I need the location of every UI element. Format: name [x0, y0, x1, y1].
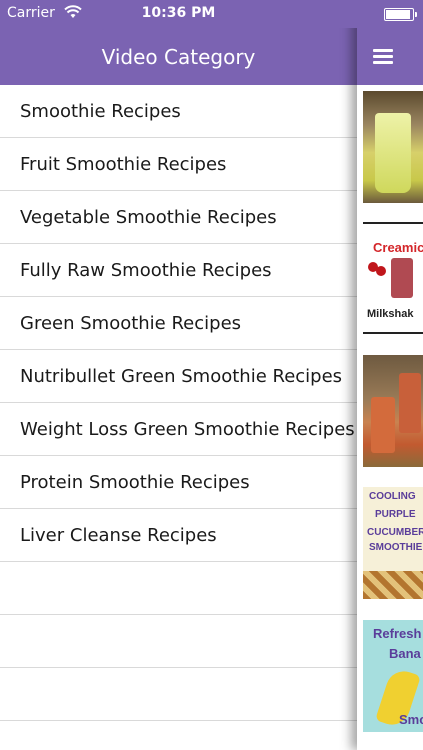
thumbnail-text-line: SMOOTHIE — [369, 542, 423, 553]
battery-icon — [384, 8, 417, 21]
category-item-weight-loss-green-smoothie-recipes[interactable]: Weight Loss Green Smoothie Recipes — [0, 403, 357, 456]
orange-smoothie-jars-thumbnail[interactable] — [363, 355, 423, 467]
drawer-header: Video Category — [0, 28, 357, 85]
refreshing-banana-smoothie-thumbnail[interactable]: Refresh Bana Smo — [363, 620, 423, 732]
jar-image — [399, 373, 421, 433]
thumbnail-title: Creamic — [373, 240, 423, 255]
drawer-title: Video Category — [101, 44, 256, 69]
category-list: Smoothie Recipes Fruit Smoothie Recipes … — [0, 85, 357, 721]
thumbnail-text-line: Refresh — [373, 626, 422, 641]
smoothie-glass-image — [375, 113, 411, 193]
category-item-green-smoothie-recipes[interactable]: Green Smoothie Recipes — [0, 297, 357, 350]
category-item-vegetable-smoothie-recipes[interactable]: Vegetable Smoothie Recipes — [0, 191, 357, 244]
thumbnail-text-line: CUCUMBER — [367, 527, 423, 538]
tile-floor-image — [363, 571, 423, 599]
hamburger-icon[interactable] — [373, 49, 393, 65]
cooling-purple-cucumber-smoothie-thumbnail[interactable]: COOLING PURPLE CUCUMBER SMOOTHIE — [363, 487, 423, 599]
main-content-panel: Creamic Milkshak COOLING PURPLE CUCUMBER… — [357, 0, 423, 750]
side-drawer: Video Category Smoothie Recipes Fruit Sm… — [0, 0, 357, 750]
status-bar: Carrier 10:36 PM — [0, 0, 423, 28]
category-item-protein-smoothie-recipes[interactable]: Protein Smoothie Recipes — [0, 456, 357, 509]
category-item-nutribullet-green-smoothie-recipes[interactable]: Nutribullet Green Smoothie Recipes — [0, 350, 357, 403]
milkshake-cup-image — [391, 258, 413, 298]
green-smoothie-thumbnail[interactable] — [363, 91, 423, 203]
content-header — [357, 28, 423, 85]
category-item-fully-raw-smoothie-recipes[interactable]: Fully Raw Smoothie Recipes — [0, 244, 357, 297]
jar-image — [371, 397, 395, 453]
category-item-fruit-smoothie-recipes[interactable]: Fruit Smoothie Recipes — [0, 138, 357, 191]
cherry-icon — [376, 266, 386, 276]
thumbnail-text-line: Smo — [399, 712, 423, 727]
empty-list-row — [0, 615, 357, 668]
category-item-liver-cleanse-recipes[interactable]: Liver Cleanse Recipes — [0, 509, 357, 562]
thumbnail-text-line: Bana — [389, 646, 421, 661]
category-item-smoothie-recipes[interactable]: Smoothie Recipes — [0, 85, 357, 138]
empty-list-row — [0, 562, 357, 615]
empty-list-row — [0, 668, 357, 721]
thumbnail-text-line: PURPLE — [375, 509, 416, 520]
creamicle-milkshake-thumbnail[interactable]: Creamic Milkshak — [363, 222, 423, 334]
thumbnail-text-line: COOLING — [369, 491, 416, 502]
thumbnail-subtitle: Milkshak — [367, 308, 414, 320]
clock: 10:36 PM — [141, 5, 216, 21]
